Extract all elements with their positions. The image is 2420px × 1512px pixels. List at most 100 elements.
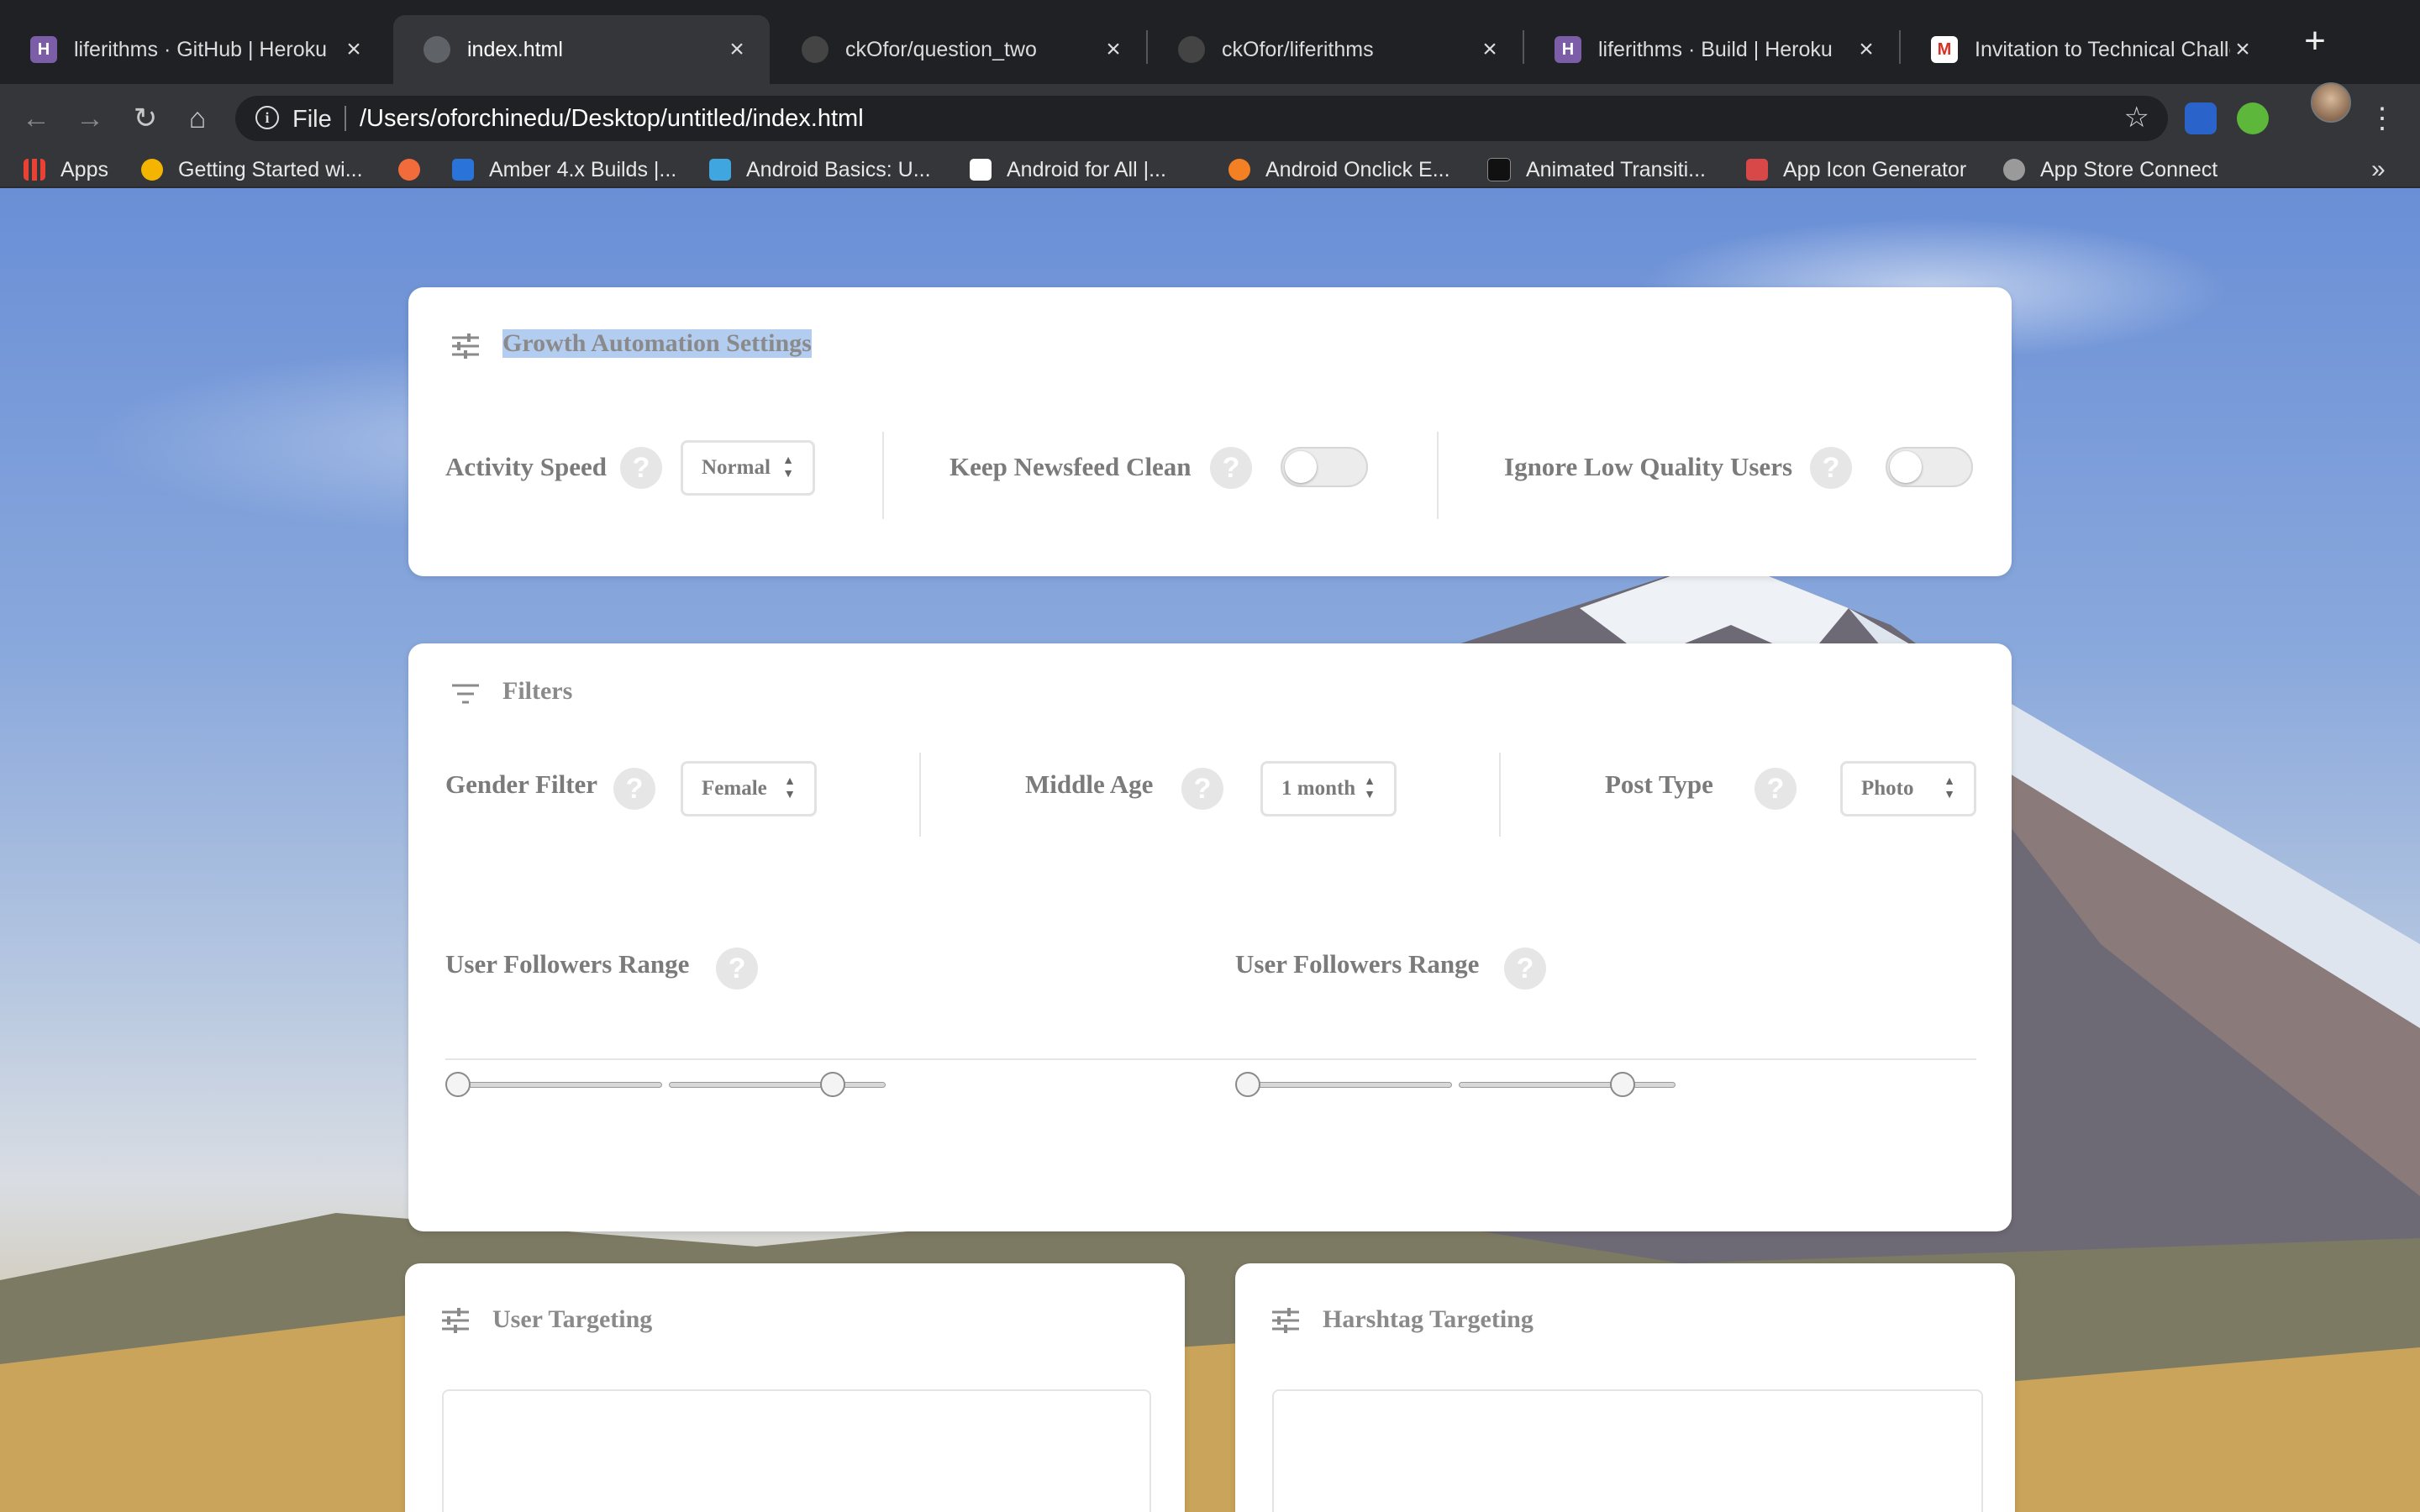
middle-age-label: Middle Age	[1025, 769, 1154, 799]
help-icon[interactable]: ?	[1504, 948, 1546, 990]
url-text[interactable]: /Users/oforchinedu/Desktop/untitled/inde…	[360, 105, 864, 133]
bookmark-favicon	[1746, 159, 1768, 181]
post-type-label: Post Type	[1605, 769, 1713, 799]
activity-speed-value: Normal	[702, 456, 771, 479]
menu-kebab-icon[interactable]: ⋮	[2368, 97, 2396, 139]
range-slider-min-track[interactable]	[1237, 1082, 1452, 1088]
tab-invitation-gmail[interactable]: M Invitation to Technical Challe ×	[1901, 15, 2275, 84]
range-slider-min-thumb[interactable]	[445, 1072, 471, 1097]
sliders-icon	[442, 1308, 469, 1333]
bookmark-android-basics[interactable]: Android Basics: U...	[709, 153, 931, 186]
trello-icon	[452, 159, 474, 181]
github-icon	[1178, 36, 1205, 63]
green-extension-icon[interactable]	[2237, 102, 2269, 134]
new-tab-button[interactable]: +	[2294, 22, 2336, 64]
bookmark-label: Animated Transiti...	[1526, 157, 1706, 181]
help-icon[interactable]: ?	[620, 447, 662, 489]
forward-button[interactable]: →	[69, 97, 111, 139]
middle-age-value: 1 month	[1281, 777, 1356, 800]
download-extension-icon[interactable]	[2185, 102, 2217, 134]
gender-filter-label: Gender Filter	[445, 769, 598, 799]
close-icon[interactable]: ×	[724, 35, 750, 64]
range-slider-min-track[interactable]	[447, 1082, 662, 1088]
range-slider-max-track[interactable]	[669, 1082, 886, 1088]
help-icon[interactable]: ?	[613, 768, 655, 810]
activity-speed-select[interactable]: Normal ▲ ▼	[681, 440, 815, 496]
range-slider-max-thumb[interactable]	[1610, 1072, 1635, 1097]
address-bar[interactable]: i File /Users/oforchinedu/Desktop/untitl…	[235, 96, 2168, 141]
back-button[interactable]: ←	[15, 97, 57, 139]
gender-filter-select[interactable]: Female ▲ ▼	[681, 761, 817, 816]
reload-button[interactable]: ↻	[124, 97, 166, 139]
tab-title: liferithms · Build | Heroku	[1598, 37, 1833, 61]
bookmark-label: App Store Connect	[2040, 157, 2218, 181]
tab-liferithms-github-heroku[interactable]: H liferithms · GitHub | Heroku ×	[0, 15, 387, 84]
bookmark-amber[interactable]: Amber 4.x Builds |...	[452, 153, 676, 186]
close-icon[interactable]: ×	[341, 35, 366, 64]
home-button[interactable]: ⌂	[176, 97, 218, 139]
help-icon[interactable]: ?	[1754, 768, 1797, 810]
bookmark-app-store-connect[interactable]: App Store Connect	[2003, 153, 2217, 186]
help-icon[interactable]: ?	[1210, 447, 1252, 489]
close-icon[interactable]: ×	[2230, 35, 2255, 64]
keep-newsfeed-toggle[interactable]	[1281, 447, 1368, 487]
post-type-value: Photo	[1861, 777, 1914, 800]
user-targeting-card: User Targeting	[405, 1263, 1185, 1512]
range-slider-min-thumb[interactable]	[1235, 1072, 1260, 1097]
user-targeting-input[interactable]	[442, 1389, 1151, 1512]
bookmark-label: App Icon Generator	[1783, 157, 1967, 181]
range-slider-max-thumb[interactable]	[820, 1072, 845, 1097]
sliders-icon	[452, 333, 479, 359]
bookmark-android-onclick[interactable]: Android Onclick E...	[1228, 153, 1450, 186]
bookmark-label: Apps	[60, 157, 108, 181]
tab-liferithms-repo[interactable]: ckOfor/liferithms ×	[1148, 15, 1523, 84]
followers-range-right-label: User Followers Range	[1235, 949, 1480, 979]
followers-range-left-label: User Followers Range	[445, 949, 690, 979]
info-icon[interactable]: i	[255, 106, 279, 129]
bookmark-getting-started[interactable]: Getting Started wi...	[141, 153, 363, 186]
select-arrows-icon: ▲ ▼	[784, 775, 796, 801]
bookmark-star-icon[interactable]: ☆	[2124, 101, 2149, 134]
tab-strip: H liferithms · GitHub | Heroku × index.h…	[0, 0, 2420, 84]
activity-speed-label: Activity Speed	[445, 452, 608, 481]
profile-avatar[interactable]	[2311, 82, 2351, 123]
bookmark-app-icon-generator[interactable]: App Icon Generator	[1746, 153, 1966, 186]
close-icon[interactable]: ×	[1854, 35, 1879, 64]
heroku-icon: H	[1555, 36, 1581, 63]
tab-liferithms-build[interactable]: H liferithms · Build | Heroku ×	[1524, 15, 1899, 84]
help-icon[interactable]: ?	[716, 948, 758, 990]
bookmark-label: Amber 4.x Builds |...	[489, 157, 677, 181]
address-separator	[345, 106, 346, 131]
bookmark-android-for-all[interactable]: Android for All |...	[970, 153, 1166, 186]
help-icon[interactable]: ?	[1810, 447, 1852, 489]
hashtag-targeting-input[interactable]	[1272, 1389, 1983, 1512]
middle-age-select[interactable]: 1 month ▲ ▼	[1260, 761, 1397, 816]
range-slider-max-track[interactable]	[1459, 1082, 1676, 1088]
column-divider	[1437, 432, 1439, 519]
tab-question-two[interactable]: ckOfor/question_two ×	[771, 15, 1146, 84]
filters-title: Filters	[502, 677, 573, 705]
globe-icon	[424, 36, 450, 63]
ignore-low-quality-toggle[interactable]	[1886, 447, 1973, 487]
post-type-select[interactable]: Photo ▲ ▼	[1840, 761, 1976, 816]
bookmark-favicon	[141, 159, 163, 181]
page-background: Growth Automation Settings Activity Spee…	[0, 188, 2420, 1512]
column-divider	[882, 432, 884, 519]
bookmark-unnamed[interactable]	[398, 153, 435, 186]
column-divider	[1499, 753, 1501, 837]
url-scheme: File	[292, 106, 332, 133]
tab-index-html[interactable]: index.html ×	[393, 15, 770, 84]
bookmark-animated-transitions[interactable]: Animated Transiti...	[1487, 153, 1706, 186]
help-icon[interactable]: ?	[1181, 768, 1223, 810]
tab-title: index.html	[467, 37, 563, 61]
ignore-low-quality-label: Ignore Low Quality Users	[1504, 452, 1793, 481]
growth-settings-title: Growth Automation Settings	[502, 329, 812, 358]
hashtag-targeting-title: Harshtag Targeting	[1323, 1305, 1534, 1333]
bookmark-apps[interactable]: Apps	[24, 153, 108, 186]
toggle-knob	[1285, 451, 1317, 483]
bookmarks-overflow-icon[interactable]: »	[2371, 153, 2386, 186]
column-divider	[919, 753, 921, 837]
close-icon[interactable]: ×	[1477, 35, 1502, 64]
close-icon[interactable]: ×	[1101, 35, 1126, 64]
apps-grid-icon	[24, 159, 45, 181]
